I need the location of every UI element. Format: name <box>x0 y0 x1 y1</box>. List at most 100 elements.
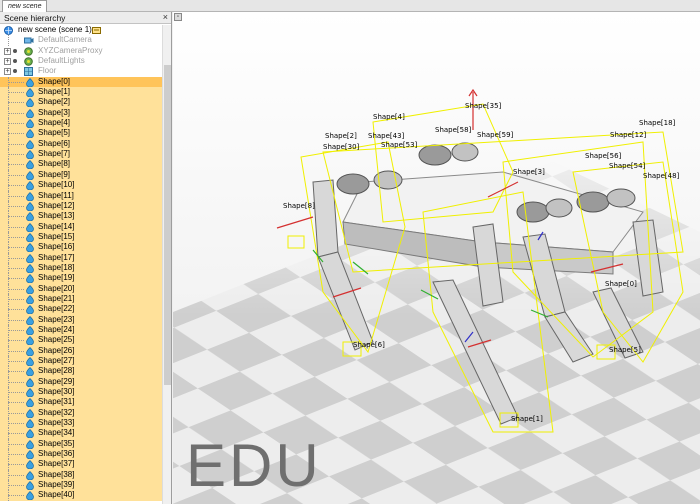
shape-icon <box>26 367 34 377</box>
tree-item-shape[interactable]: Shape[3] <box>0 107 162 119</box>
tree-guide <box>8 154 24 156</box>
shape-label: Shape[30] <box>38 387 75 397</box>
tree-guide <box>8 309 24 311</box>
shape-icon <box>26 274 34 284</box>
tree-item-shape[interactable]: Shape[21] <box>0 293 162 305</box>
tree-guide <box>8 112 24 114</box>
shape-label: Shape[4] <box>38 118 71 128</box>
tree-item-shape[interactable]: Shape[15] <box>0 231 162 243</box>
shape-label: Shape[16] <box>38 242 75 252</box>
tree-item-shape[interactable]: Shape[9] <box>0 169 162 181</box>
shape-label: Shape[3] <box>38 107 71 117</box>
tree-item-shape[interactable]: Shape[34] <box>0 428 162 439</box>
shape-icon <box>26 357 34 367</box>
tree-item-shape[interactable]: Shape[23] <box>0 314 162 325</box>
tree-item-shape[interactable]: Shape[16] <box>0 242 162 253</box>
tree-item-shape[interactable]: Shape[20] <box>0 283 162 294</box>
tree-item-shape[interactable]: Shape[24] <box>0 324 162 336</box>
tree-guide <box>8 433 24 435</box>
tree-item-shape[interactable]: Shape[22] <box>0 304 162 315</box>
tree-guide <box>8 92 24 94</box>
object-label: DefaultCamera <box>38 35 92 45</box>
shape-icon <box>26 150 34 160</box>
scene-viewport[interactable]: Shape[35] Shape[4] Shape[43] Shape[2] Sh… <box>173 12 700 504</box>
viewport-label: Shape[58] <box>435 126 472 134</box>
tree-item-shape[interactable]: Shape[11] <box>0 190 162 201</box>
tree-item-shape[interactable]: Shape[8] <box>0 159 162 170</box>
tree-item-shape[interactable]: Shape[1] <box>0 87 162 98</box>
tree-item-shape[interactable]: Shape[38] <box>0 469 162 481</box>
shape-icon <box>26 491 34 501</box>
shape-label: Shape[12] <box>38 200 75 210</box>
globe-icon <box>4 26 13 35</box>
scrollbar-thumb[interactable] <box>164 65 171 385</box>
shape-label: Shape[11] <box>38 190 74 200</box>
shape-label: Shape[14] <box>38 221 75 231</box>
tree-item-default-camera[interactable]: DefaultCamera <box>0 35 162 46</box>
shape-icon <box>26 212 34 222</box>
scene-render[interactable]: Shape[35] Shape[4] Shape[43] Shape[2] Sh… <box>173 12 700 504</box>
tree-item-shape[interactable]: Shape[29] <box>0 376 162 388</box>
close-icon[interactable]: × <box>163 12 168 23</box>
tree-item-default-lights[interactable]: + DefaultLights <box>0 56 162 66</box>
tree-item-shape[interactable]: Shape[17] <box>0 252 162 263</box>
tree-item-shape[interactable]: Shape[36] <box>0 449 162 460</box>
tree-guide <box>8 35 9 46</box>
tree-guide <box>8 464 24 466</box>
tree-item-shape[interactable]: Shape[0] <box>0 76 162 88</box>
shape-icon <box>26 77 34 88</box>
tree-guide <box>8 143 24 145</box>
tree-item-shape[interactable]: Shape[14] <box>0 221 162 232</box>
shape-icon <box>26 232 34 243</box>
tree-item-floor[interactable]: + Floor <box>0 66 162 77</box>
tab-new-scene[interactable]: new scene <box>2 0 48 12</box>
shape-icon <box>26 119 34 129</box>
tree-item-shape[interactable]: Shape[32] <box>0 407 162 419</box>
expand-icon[interactable]: + <box>4 68 11 76</box>
tree-item-shape[interactable]: Shape[4] <box>0 118 162 129</box>
panel-header: Scene hierarchy × <box>0 12 171 24</box>
expand-icon[interactable]: + <box>4 47 11 55</box>
shape-icon <box>26 408 34 419</box>
floor-icon <box>24 67 33 77</box>
tree-item-shape[interactable]: Shape[28] <box>0 366 162 377</box>
tree-item-shape[interactable]: Shape[27] <box>0 356 162 367</box>
tree-item-shape[interactable]: Shape[30] <box>0 387 162 398</box>
tree-item-shape[interactable]: Shape[19] <box>0 273 162 284</box>
tree-item-shape[interactable]: Shape[25] <box>0 335 162 346</box>
shape-label: Shape[29] <box>38 376 75 386</box>
tree-item-shape[interactable]: Shape[10] <box>0 180 162 191</box>
tree-item-shape[interactable]: Shape[18] <box>0 262 162 274</box>
hierarchy-tree[interactable]: new scene (scene 1) DefaultCamera + XYZC… <box>0 25 162 504</box>
tree-item-shape[interactable]: Shape[33] <box>0 418 162 429</box>
vertical-scrollbar[interactable] <box>162 25 171 504</box>
tree-item-shape[interactable]: Shape[12] <box>0 200 162 212</box>
viewport-menu-icon[interactable]: ▫ <box>174 13 182 21</box>
tree-item-shape[interactable]: Shape[35] <box>0 438 162 450</box>
tree-item-shape[interactable]: Shape[7] <box>0 149 162 160</box>
tree-item-xyz-camera-proxy[interactable]: + XYZCameraProxy <box>0 46 162 56</box>
viewport-label: Shape[6] <box>353 341 385 349</box>
shape-icon <box>26 439 34 450</box>
shape-label: Shape[15] <box>38 231 75 241</box>
tree-item-shape[interactable]: Shape[39] <box>0 480 162 491</box>
tree-guide <box>8 247 24 249</box>
dummy-icon <box>24 46 33 56</box>
scene-root-item[interactable]: new scene (scene 1) <box>0 25 162 35</box>
shape-icon <box>26 377 34 388</box>
viewport-label: Shape[35] <box>465 102 502 110</box>
tree-item-shape[interactable]: Shape[26] <box>0 345 162 357</box>
tree-item-shape[interactable]: Shape[6] <box>0 138 162 150</box>
tree-item-shape[interactable]: Shape[40] <box>0 490 162 501</box>
tree-item-shape[interactable]: Shape[37] <box>0 459 162 470</box>
tree-item-shape[interactable]: Shape[13] <box>0 211 162 222</box>
scene-edit-icon[interactable] <box>92 26 101 34</box>
tree-item-shape[interactable]: Shape[5] <box>0 128 162 139</box>
object-label: Floor <box>38 66 57 76</box>
tree-item-shape[interactable]: Shape[2] <box>0 97 162 108</box>
shape-label: Shape[8] <box>38 159 71 169</box>
tree-item-shape[interactable]: Shape[31] <box>0 397 162 408</box>
expand-icon[interactable]: + <box>4 58 11 66</box>
viewport-label: Shape[54] <box>609 162 646 170</box>
panel-title: Scene hierarchy <box>4 13 66 23</box>
